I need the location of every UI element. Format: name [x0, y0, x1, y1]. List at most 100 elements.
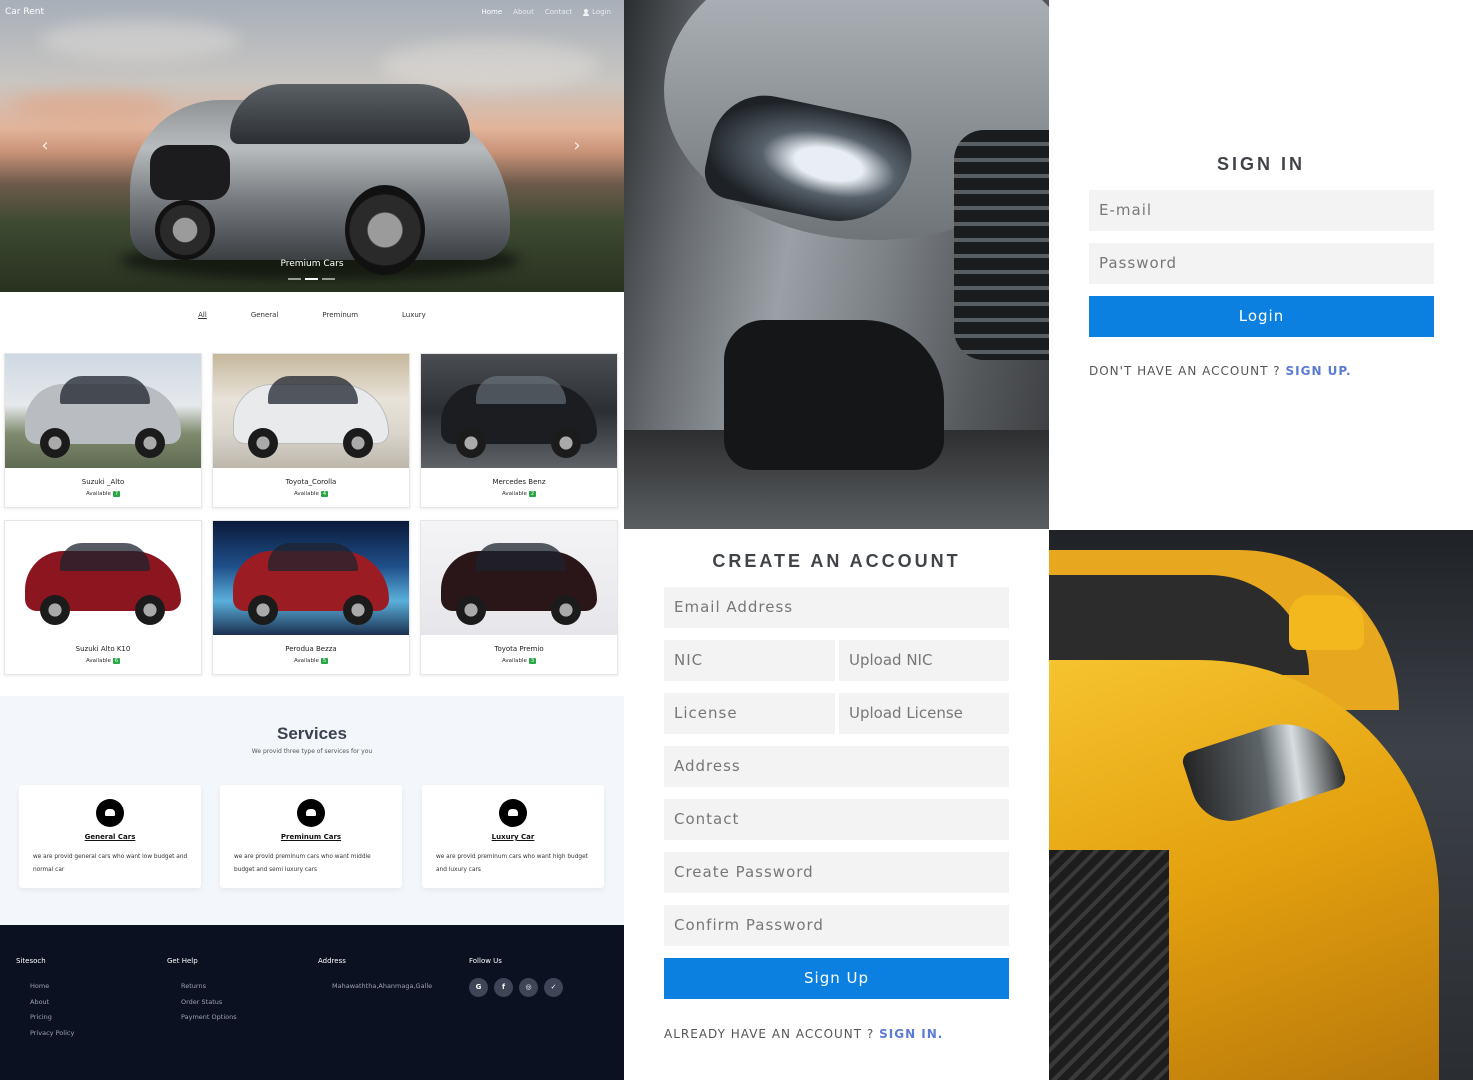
car-name: Perodua Bezza — [285, 645, 337, 653]
car-name: Suzuki Alto K10 — [75, 645, 131, 653]
screenshot-collage: Car Rent Home About Contact Login ‹ › Pr… — [0, 0, 1473, 1080]
carousel-next-icon[interactable]: › — [570, 136, 584, 156]
hero-car-roof — [230, 84, 470, 144]
footer-link-home[interactable]: Home — [30, 982, 74, 998]
nav-about[interactable]: About — [513, 8, 534, 16]
count-badge: 3 — [528, 658, 537, 664]
footer-link-payment[interactable]: Payment Options — [181, 1013, 237, 1029]
facebook-icon[interactable]: f — [494, 978, 513, 997]
services-section: Services We provid three type of service… — [0, 696, 624, 925]
footer-follow: Follow Us G f ◎ ✓ — [469, 957, 563, 997]
service-description: we are provid preminum cars who want hig… — [436, 854, 588, 873]
carousel-indicator[interactable] — [288, 278, 301, 280]
car-wheel — [40, 595, 70, 625]
footer-link-pricing[interactable]: Pricing — [30, 1013, 74, 1029]
car-image — [5, 354, 201, 468]
sign-in-panel: SIGN IN E-mail Password Login DON'T HAVE… — [1049, 0, 1473, 529]
sign-up-button[interactable]: Sign Up — [664, 958, 1009, 999]
upload-license-button[interactable]: Upload License — [839, 693, 1009, 734]
car-card[interactable]: Suzuki Alto K10 Available 6 — [4, 520, 202, 675]
car-wheel — [135, 595, 165, 625]
filter-premium[interactable]: Preminum — [322, 311, 358, 319]
cloud — [10, 90, 170, 120]
filter-luxury[interactable]: Luxury — [402, 311, 426, 319]
filter-general[interactable]: General — [251, 311, 279, 319]
cloud — [380, 40, 600, 90]
sign-in-link[interactable]: SIGN IN. — [879, 1027, 943, 1041]
car-card[interactable]: Mercedes Benz Available 2 — [420, 353, 618, 508]
car-wheel — [456, 595, 486, 625]
count-badge: 7 — [112, 491, 121, 497]
car-card[interactable]: Toyota Premio Available 3 — [420, 520, 618, 675]
car-card[interactable]: Suzuki _Alto Available 7 — [4, 353, 202, 508]
car-window — [60, 543, 150, 571]
availability-label: Available — [501, 491, 527, 497]
sign-in-title: SIGN IN — [1216, 154, 1305, 174]
footer-link-about[interactable]: About — [30, 998, 74, 1014]
confirm-password-field[interactable]: Confirm Password — [664, 905, 1009, 946]
social-links: G f ◎ ✓ — [469, 978, 563, 997]
hero-car-wheel — [155, 200, 215, 260]
silver-car-photo — [624, 0, 1049, 529]
google-icon[interactable]: G — [469, 978, 488, 997]
category-filter: All General Preminum Luxury — [0, 311, 624, 319]
service-title: Luxury Car — [491, 833, 535, 841]
filter-all[interactable]: All — [198, 311, 207, 319]
availability: Available 2 — [421, 491, 617, 497]
footer-link-order-status[interactable]: Order Status — [181, 998, 237, 1014]
car-grille — [954, 130, 1049, 360]
twitter-icon[interactable]: ✓ — [544, 978, 563, 997]
instagram-icon[interactable]: ◎ — [519, 978, 538, 997]
license-field[interactable]: License — [664, 693, 835, 734]
service-card[interactable]: Luxury Car we are provid preminum cars w… — [422, 785, 604, 888]
address-field[interactable]: Address — [664, 746, 1009, 787]
login-button[interactable]: Login — [1089, 296, 1434, 337]
sign-up-link[interactable]: SIGN UP. — [1285, 364, 1351, 378]
service-card[interactable]: General Cars we are provid general cars … — [19, 785, 201, 888]
footer-link-returns[interactable]: Returns — [181, 982, 237, 998]
car-image — [213, 354, 409, 468]
brand-logo[interactable]: Car Rent — [5, 7, 44, 17]
car-card[interactable]: Toyota_Corolla Available 4 — [212, 353, 410, 508]
carousel-prev-icon[interactable]: ‹ — [38, 136, 52, 156]
carousel-indicator[interactable] — [322, 278, 335, 280]
hero-carousel: Car Rent Home About Contact Login ‹ › Pr… — [0, 0, 624, 292]
nav-home[interactable]: Home — [482, 8, 503, 16]
email-field[interactable]: Email Address — [664, 587, 1009, 628]
availability-label: Available — [293, 658, 319, 664]
password-field[interactable]: Password — [1089, 243, 1434, 284]
service-title: Preminum Cars — [280, 833, 342, 841]
create-password-field[interactable]: Create Password — [664, 852, 1009, 893]
service-title: General Cars — [84, 833, 136, 841]
footer-sitemap: Sitesoch Home About Pricing Privacy Poli… — [16, 957, 74, 1044]
availability: Available 5 — [213, 658, 409, 664]
create-account-title: CREATE AN ACCOUNT — [712, 551, 961, 571]
user-icon — [583, 8, 590, 16]
car-wheel — [551, 428, 581, 458]
car-name: Toyota_Corolla — [285, 478, 337, 486]
service-card[interactable]: Preminum Cars we are provid preminum car… — [220, 785, 402, 888]
car-wheel — [40, 428, 70, 458]
car-image — [421, 354, 617, 468]
car-name: Suzuki _Alto — [81, 478, 125, 486]
count-badge: 2 — [528, 491, 537, 497]
car-icon — [96, 799, 124, 827]
car-image — [213, 521, 409, 635]
email-field[interactable]: E-mail — [1089, 190, 1434, 231]
availability: Available 3 — [421, 658, 617, 664]
contact-field[interactable]: Contact — [664, 799, 1009, 840]
footer-link-privacy[interactable]: Privacy Policy — [30, 1029, 74, 1045]
cloud — [40, 20, 240, 60]
carousel-indicator-active[interactable] — [305, 278, 318, 280]
count-badge: 5 — [320, 658, 329, 664]
nav-login[interactable]: Login — [583, 8, 611, 16]
footer-heading: Follow Us — [469, 957, 502, 965]
signup-prompt: DON'T HAVE AN ACCOUNT ? SIGN UP. — [1089, 364, 1352, 378]
car-card[interactable]: Perodua Bezza Available 5 — [212, 520, 410, 675]
car-wheel — [248, 595, 278, 625]
nic-field[interactable]: NIC — [664, 640, 835, 681]
upload-nic-button[interactable]: Upload NIC — [839, 640, 1009, 681]
car-window — [268, 543, 358, 571]
nav-contact[interactable]: Contact — [545, 8, 572, 16]
yellow-car-photo — [1049, 530, 1473, 1080]
